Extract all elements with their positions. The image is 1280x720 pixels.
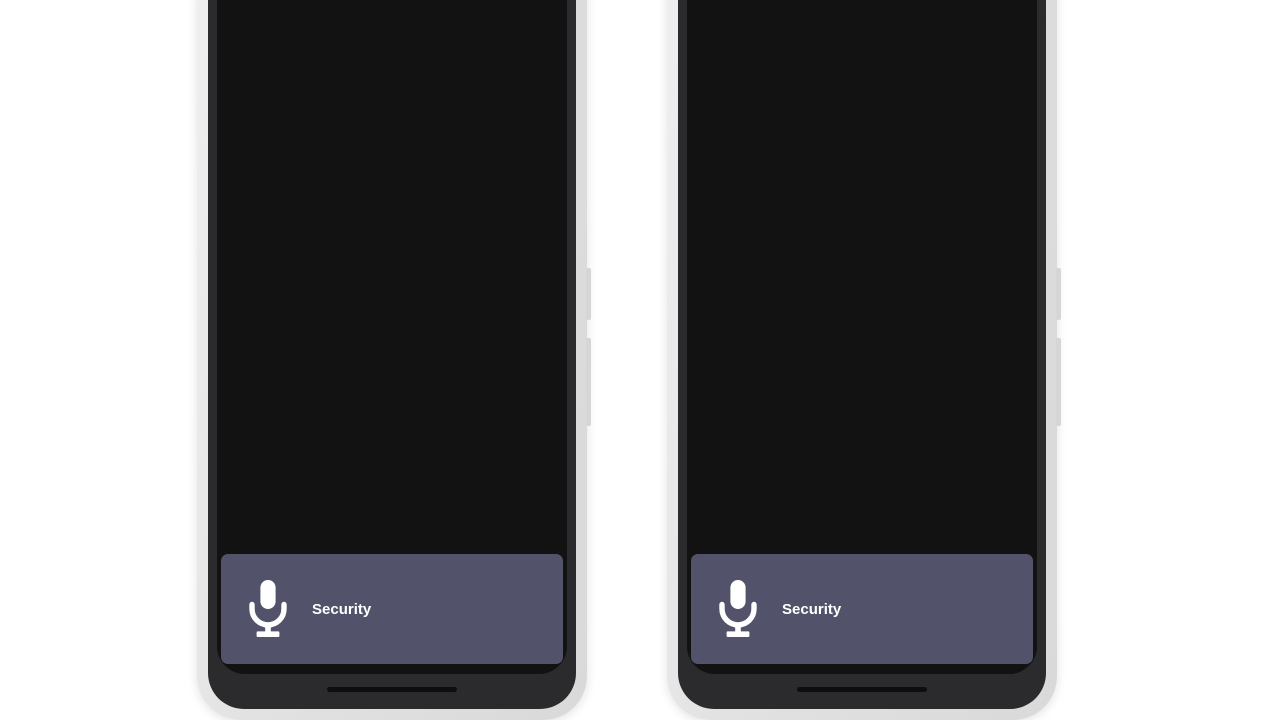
- volume-button[interactable]: [1056, 338, 1061, 426]
- left-phone-bezel: ••• 2 ••• 0 grouptalk 3.7.407 Security G…: [208, 0, 576, 709]
- gesture-bar[interactable]: [797, 687, 927, 692]
- power-button[interactable]: [1056, 268, 1061, 320]
- push-to-talk-button[interactable]: Security: [691, 554, 1033, 664]
- tile-grid: Select Group Scan Groups Contacts Silent…: [687, 0, 1037, 546]
- ptt-label: Security: [782, 600, 842, 618]
- volume-button[interactable]: [586, 338, 591, 426]
- push-to-talk-button[interactable]: Security: [221, 554, 563, 664]
- left-phone-device: ••• 2 ••• 0 grouptalk 3.7.407 Security G…: [197, 0, 591, 720]
- right-phone-screen: ••• 2 ••• 0 grouptalk 3.7.407 Security G…: [687, 0, 1037, 674]
- ptt-label: Security: [312, 600, 372, 618]
- left-phone-screen: ••• 2 ••• 0 grouptalk 3.7.407 Security G…: [217, 0, 567, 674]
- right-phone-device: ••• 2 ••• 0 grouptalk 3.7.407 Security G…: [667, 0, 1061, 720]
- microphone-icon: [716, 578, 760, 640]
- screenshot-root: ••• 2 ••• 0 grouptalk 3.7.407 Security G…: [0, 0, 1280, 720]
- grouptalk-app: ••• 2 ••• 0 grouptalk 3.7.407 Security G…: [687, 0, 1037, 674]
- tile-grid: Select Group Scan Groups Contacts Silent…: [217, 0, 567, 546]
- microphone-icon: [246, 578, 290, 640]
- grouptalk-app: ••• 2 ••• 0 grouptalk 3.7.407 Security G…: [217, 0, 567, 674]
- gesture-bar[interactable]: [327, 687, 457, 692]
- right-phone-bezel: ••• 2 ••• 0 grouptalk 3.7.407 Security G…: [678, 0, 1046, 709]
- power-button[interactable]: [586, 268, 591, 320]
